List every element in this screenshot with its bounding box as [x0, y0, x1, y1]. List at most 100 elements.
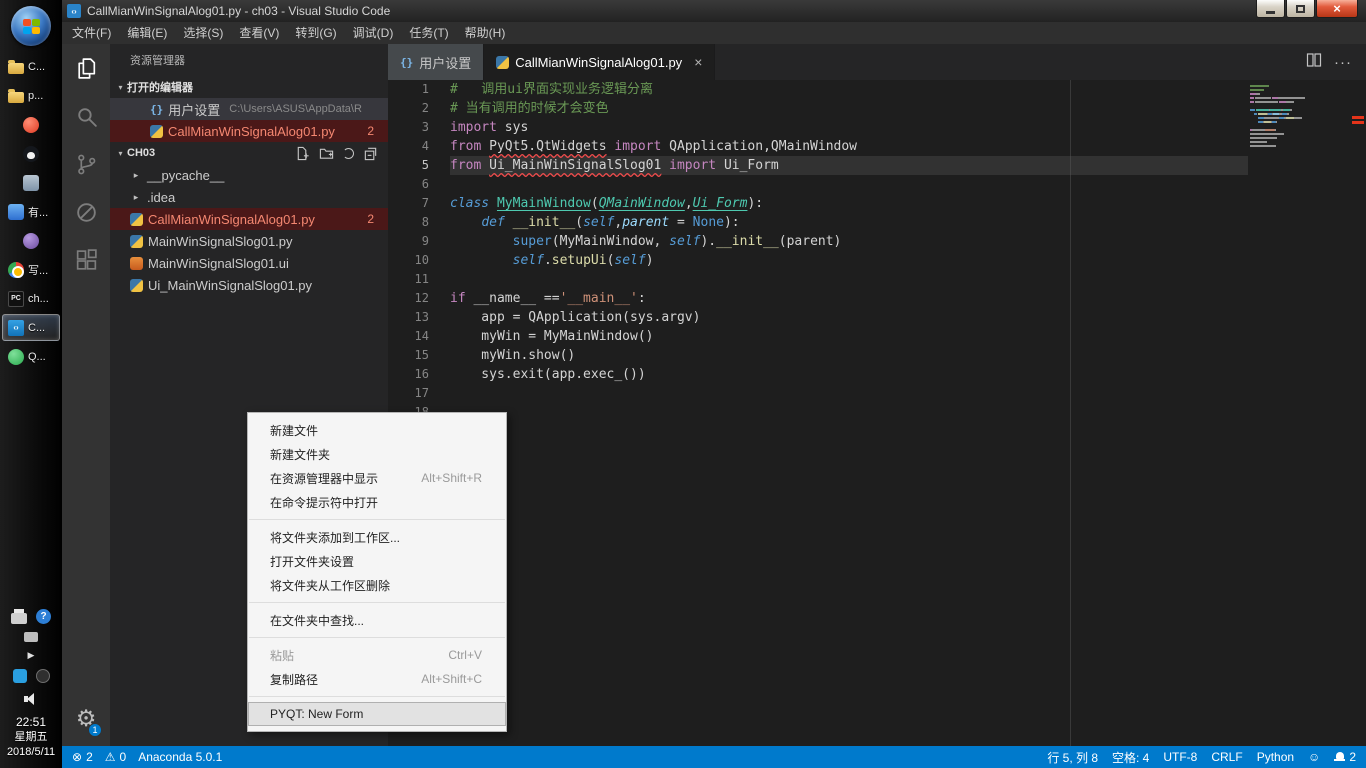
code-line[interactable]: 10 self.setupUi(self): [388, 251, 1248, 270]
editor-tab[interactable]: CallMianWinSignalAlog01.py×: [484, 44, 715, 80]
context-menu-item[interactable]: 将文件夹从工作区删除: [248, 573, 506, 597]
status-item[interactable]: Anaconda 5.0.1: [138, 750, 222, 764]
menubar-item[interactable]: 查看(V): [231, 22, 287, 44]
printer-icon[interactable]: [11, 613, 27, 624]
new-file-icon[interactable]: [295, 146, 310, 161]
context-menu-item[interactable]: 在文件夹中查找...: [248, 608, 506, 632]
context-menu-item[interactable]: 在命令提示符中打开: [248, 490, 506, 514]
code-line[interactable]: 2# 当有调用的时候才会变色: [388, 99, 1248, 118]
menubar-item[interactable]: 编辑(E): [119, 22, 175, 44]
tree-file[interactable]: Ui_MainWinSignalSlog01.py: [110, 274, 388, 296]
status-item[interactable]: ☺: [1308, 751, 1320, 763]
source-control-icon[interactable]: [62, 140, 110, 188]
collapse-all-icon[interactable]: [363, 146, 378, 161]
open-editor-item[interactable]: {}用户设置C:\Users\ASUS\AppData\Roa...: [110, 98, 388, 120]
explorer-icon[interactable]: [62, 44, 110, 92]
menubar-item[interactable]: 文件(F): [64, 22, 119, 44]
status-item[interactable]: ⚠0: [105, 750, 126, 764]
code-line[interactable]: 9 super(MyMainWindow, self).__init__(par…: [388, 232, 1248, 251]
code-line[interactable]: 4from PyQt5.QtWidgets import QApplicatio…: [388, 137, 1248, 156]
editor-body[interactable]: 1# 调用ui界面实现业务逻辑分离2# 当有调用的时候才会变色3import s…: [388, 80, 1366, 746]
open-editor-item[interactable]: CallMianWinSignalAlog01.py2: [110, 120, 388, 142]
menu-separator: [249, 637, 505, 638]
taskbar-clock[interactable]: 22:51 星期五 2018/5/11: [7, 715, 55, 760]
tree-folder[interactable]: ▸.idea: [110, 186, 388, 208]
dark-app-icon[interactable]: [36, 669, 50, 683]
debug-icon[interactable]: [62, 188, 110, 236]
tree-file[interactable]: MainWinSignalSlog01.py: [110, 230, 388, 252]
extensions-icon[interactable]: [62, 236, 110, 284]
more-actions-icon[interactable]: ···: [1334, 55, 1352, 70]
blue-app-icon[interactable]: [13, 669, 27, 683]
code-line[interactable]: 12if __name__ =='__main__':: [388, 289, 1248, 308]
context-menu-item[interactable]: 将文件夹添加到工作区...: [248, 525, 506, 549]
code-line[interactable]: 5from Ui_MainWinSignalSlog01 import Ui_F…: [388, 156, 1248, 175]
status-item[interactable]: Python: [1257, 750, 1294, 764]
menubar-item[interactable]: 转到(G): [287, 22, 344, 44]
taskbar-app-red[interactable]: [2, 111, 60, 138]
split-editor-icon[interactable]: [1306, 52, 1322, 73]
context-menu-item[interactable]: 粘贴Ctrl+V: [248, 643, 506, 667]
close-tab-icon[interactable]: ×: [694, 54, 702, 70]
code-line[interactable]: 14 myWin = MyMainWindow(): [388, 327, 1248, 346]
code-line[interactable]: 7class MyMainWindow(QMainWindow,Ui_Form)…: [388, 194, 1248, 213]
menubar-item[interactable]: 选择(S): [175, 22, 231, 44]
folder-section-header[interactable]: ▾ CH03: [110, 142, 388, 164]
code-area[interactable]: 1# 调用ui界面实现业务逻辑分离2# 当有调用的时候才会变色3import s…: [388, 80, 1248, 422]
context-menu-item[interactable]: PYQT: New Form: [248, 702, 506, 726]
menubar-item[interactable]: 任务(T): [401, 22, 456, 44]
code-line[interactable]: 16 sys.exit(app.exec_()): [388, 365, 1248, 384]
taskbar-app-pycharm[interactable]: PCch...: [2, 285, 60, 312]
context-menu-item[interactable]: 新建文件夹: [248, 442, 506, 466]
context-menu-item[interactable]: 复制路径Alt+Shift+C: [248, 667, 506, 691]
taskbar-app-gray[interactable]: [2, 169, 60, 196]
taskbar-app-vscode[interactable]: ‹›C...: [2, 314, 60, 341]
context-menu-item[interactable]: 新建文件: [248, 418, 506, 442]
code-line[interactable]: 6: [388, 175, 1248, 194]
open-editors-header[interactable]: ▾ 打开的编辑器: [110, 76, 388, 98]
code-line[interactable]: 18: [388, 403, 1248, 422]
expand-icon[interactable]: ▶: [28, 650, 35, 661]
title-bar[interactable]: ‹› CallMianWinSignalAlog01.py - ch03 - V…: [62, 0, 1366, 22]
taskbar-folder-p[interactable]: p...: [2, 82, 60, 109]
code-line[interactable]: 17: [388, 384, 1248, 403]
minimap[interactable]: [1250, 85, 1342, 157]
refresh-icon[interactable]: [343, 148, 354, 159]
close-button[interactable]: ×: [1316, 0, 1358, 18]
menubar-item[interactable]: 帮助(H): [457, 22, 514, 44]
tree-folder[interactable]: ▸__pycache__: [110, 164, 388, 186]
maximize-button[interactable]: [1286, 0, 1315, 18]
code-line[interactable]: 15 myWin.show(): [388, 346, 1248, 365]
volume-icon[interactable]: [23, 691, 39, 707]
code-line[interactable]: 8 def __init__(self,parent = None):: [388, 213, 1248, 232]
code-line[interactable]: 11: [388, 270, 1248, 289]
settings-gear-icon[interactable]: ⚙ 1: [62, 700, 110, 736]
start-button[interactable]: [11, 6, 51, 46]
status-item[interactable]: 2: [1334, 750, 1356, 764]
taskbar-folder-c[interactable]: C...: [2, 53, 60, 80]
context-menu-item[interactable]: 打开文件夹设置: [248, 549, 506, 573]
editor-tab[interactable]: {}用户设置: [388, 44, 484, 80]
status-item[interactable]: 空格: 4: [1112, 749, 1149, 766]
taskbar-app-purple[interactable]: [2, 227, 60, 254]
menubar-item[interactable]: 调试(D): [345, 22, 402, 44]
status-item[interactable]: CRLF: [1211, 750, 1242, 764]
code-line[interactable]: 3import sys: [388, 118, 1248, 137]
tree-file[interactable]: CallMianWinSignalAlog01.py2: [110, 208, 388, 230]
status-item[interactable]: UTF-8: [1163, 750, 1197, 764]
code-line[interactable]: 13 app = QApplication(sys.argv): [388, 308, 1248, 327]
help-icon[interactable]: ?: [36, 609, 51, 624]
taskbar-app-writer[interactable]: 写...: [2, 256, 60, 283]
search-icon[interactable]: [62, 92, 110, 140]
status-item[interactable]: ⊗2: [72, 750, 93, 764]
taskbar-app-qq[interactable]: Q...: [2, 343, 60, 370]
taskbar-app-youdao[interactable]: 有...: [2, 198, 60, 225]
status-item[interactable]: 行 5, 列 8: [1047, 749, 1098, 766]
context-menu-item[interactable]: 在资源管理器中显示Alt+Shift+R: [248, 466, 506, 490]
minimize-button[interactable]: [1256, 0, 1285, 18]
new-folder-icon[interactable]: [319, 146, 334, 161]
code-line[interactable]: 1# 调用ui界面实现业务逻辑分离: [388, 80, 1248, 99]
tree-file[interactable]: MainWinSignalSlog01.ui: [110, 252, 388, 274]
taskbar-app-github[interactable]: [2, 140, 60, 167]
fax-icon[interactable]: [24, 632, 38, 642]
